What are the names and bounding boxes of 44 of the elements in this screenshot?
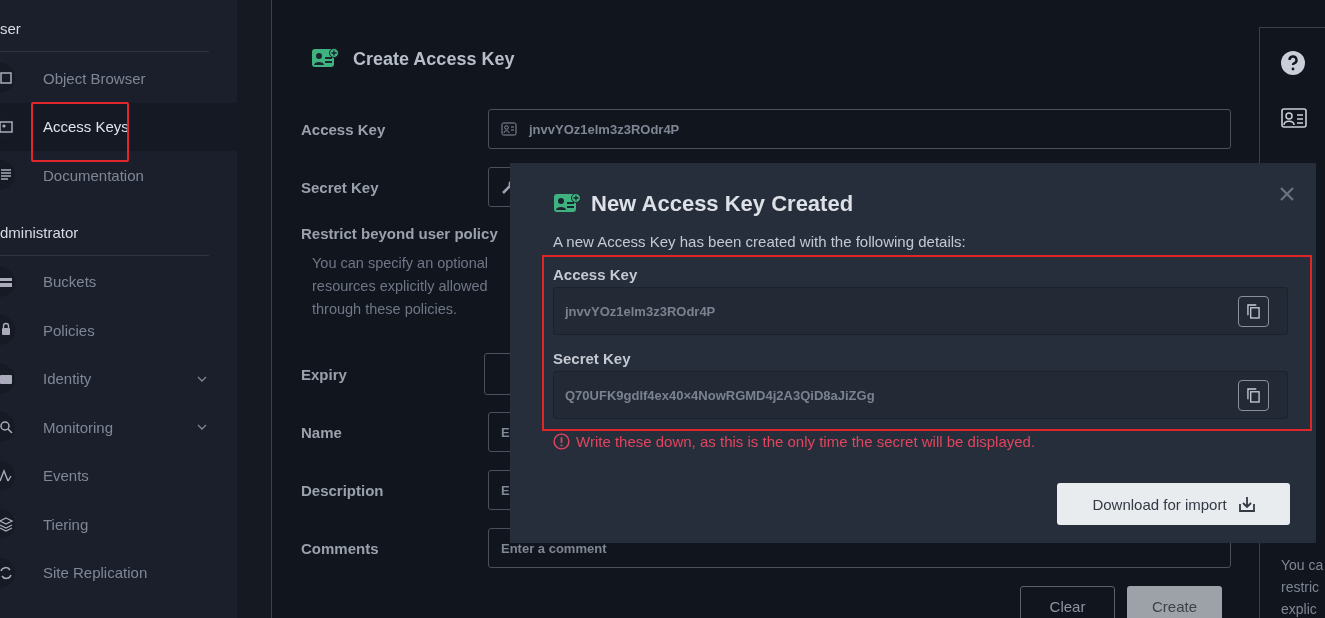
field-label: Access Key [553,266,639,283]
id-card-icon [553,193,581,215]
key-field[interactable]: Q70UFK9gdlf4ex40×4NowRGMD4j2A3QiD8aJiZGg [553,371,1288,419]
sidebar-item[interactable]: Events [0,451,237,500]
sidebar-item[interactable]: Object Browser [0,54,237,103]
help-icon [1281,51,1305,75]
warning-text: Write these down, as this is the only time the secret will be displayed. [576,433,1036,450]
dialog-title: New Access Key Created [591,191,854,217]
section-title: dministrator [0,221,209,256]
section-heading: Restrict beyond user policy [301,225,498,242]
clear-button[interactable]: Clear [1020,586,1115,618]
field-label: Description [301,481,385,499]
sidebar-item[interactable]: Site Replication [0,548,237,597]
field-label: Comments [301,539,380,557]
copy-icon[interactable] [1238,295,1269,327]
sidebar-item[interactable]: Access Keys [0,102,237,151]
download-icon [1238,496,1255,512]
sidebar-item[interactable]: Buckets [0,257,237,306]
help-text: You ca restric explic [1281,556,1325,618]
sidebar-item[interactable]: Tiering [0,500,237,549]
chevron-down-icon[interactable] [197,423,207,432]
chevron-down-icon[interactable] [197,374,207,383]
dialog-text: A new Access Key has been created with the following details: [553,233,967,250]
field-label: Access Key [301,120,387,138]
id-card-icon [501,122,517,136]
copy-icon[interactable] [1238,379,1269,411]
sidebar-item[interactable]: Documentation [0,151,237,200]
field-label: Secret Key [553,350,632,367]
sidebar-item[interactable]: Monitoring [0,403,237,452]
download-button[interactable]: Download for import [1057,483,1290,525]
field-label: Expiry [301,365,348,383]
field-label: Name [301,423,343,441]
section-title: ser [0,18,209,52]
access-key-field[interactable]: jnvvYOz1elm3z3ROdr4P [488,109,1231,149]
warning-icon [553,433,570,450]
create-button[interactable]: Create [1127,586,1222,618]
key-field[interactable]: jnvvYOz1elm3z3ROdr4P [553,287,1288,335]
page-title: Create Access Key [353,48,515,70]
id-card-icon [1281,107,1307,129]
id-card-icon [311,48,339,70]
sidebar-item[interactable]: Identity [0,354,237,403]
field-label: Secret Key [301,178,380,196]
description-text: You can specify an optional resources explicitly allowed through these policies. [312,254,488,319]
sidebar-item[interactable]: Policies [0,306,237,355]
